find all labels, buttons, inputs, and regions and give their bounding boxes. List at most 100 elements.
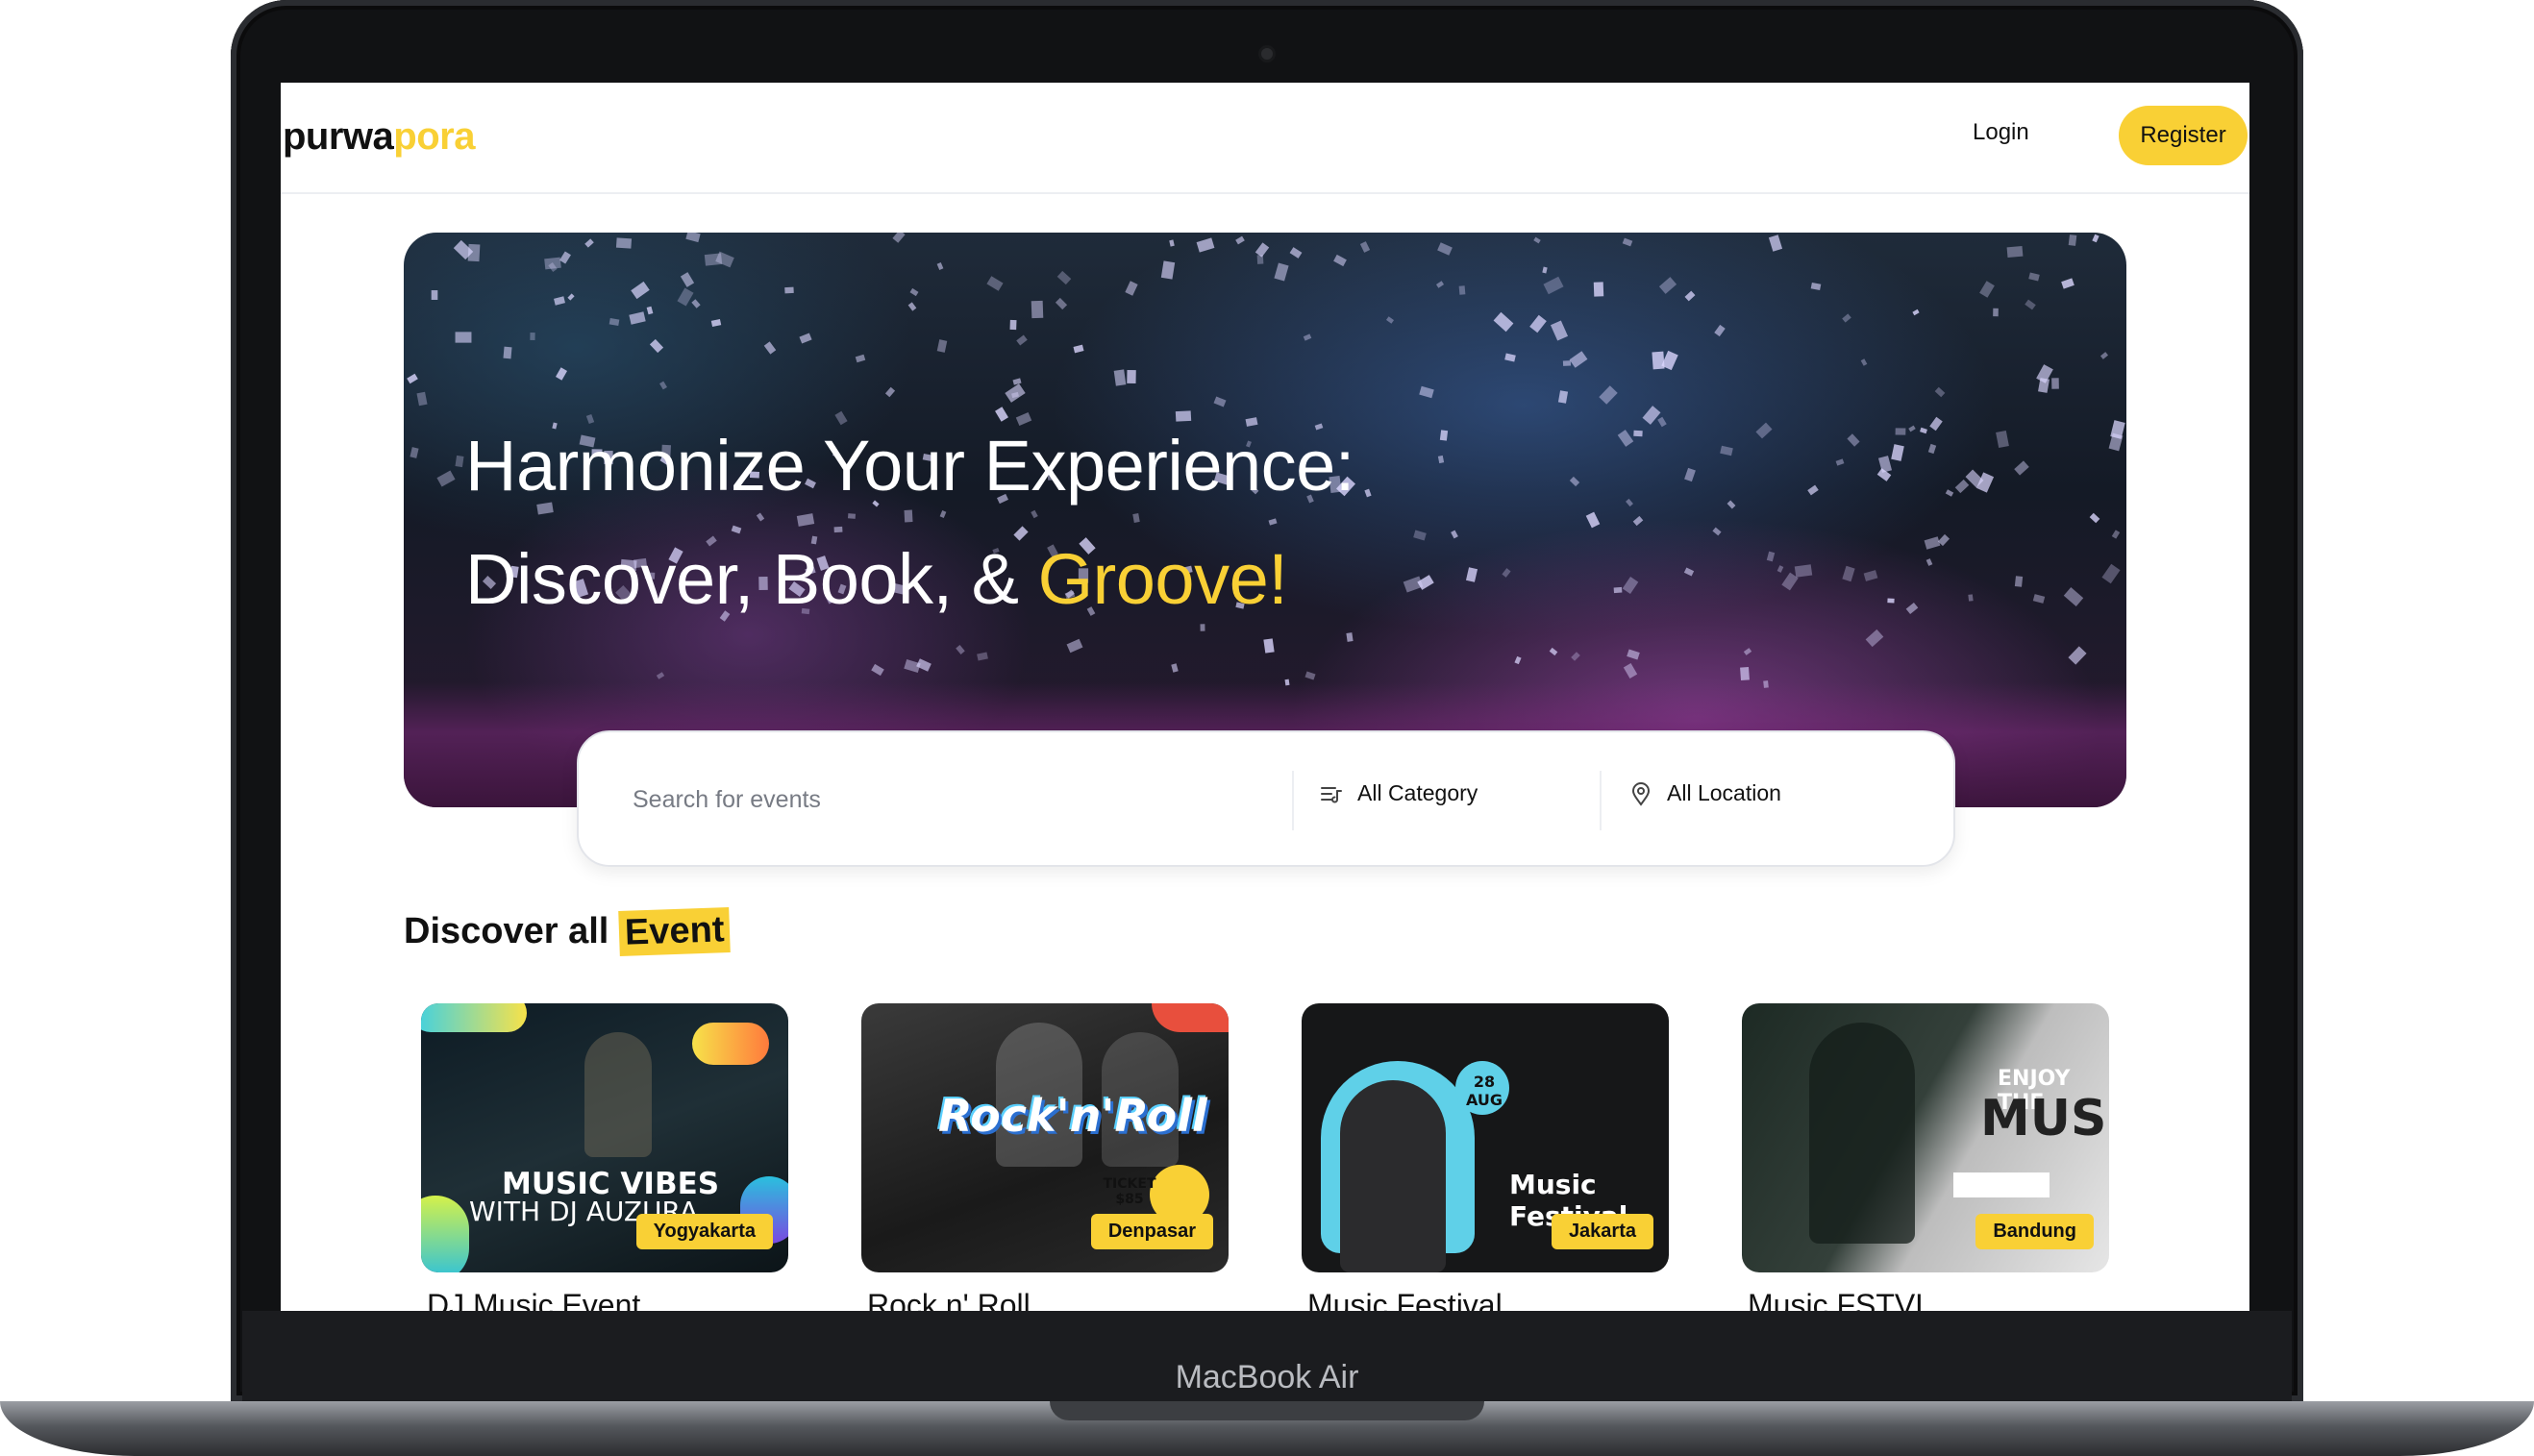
confetti-piece	[1632, 515, 1644, 527]
confetti-piece	[796, 513, 815, 528]
confetti-piece	[909, 288, 919, 297]
login-link[interactable]: Login	[1973, 119, 2029, 146]
confetti-piece	[1274, 262, 1290, 282]
confetti-piece	[2068, 645, 2087, 665]
confetti-piece	[436, 470, 456, 487]
event-card-title[interactable]: Rock n' Roll	[867, 1288, 1031, 1311]
confetti-piece	[1928, 417, 1943, 432]
confetti-piece	[799, 333, 812, 344]
confetti-piece	[1633, 430, 1643, 437]
confetti-piece	[1919, 427, 1927, 434]
confetti-piece	[1450, 530, 1458, 539]
confetti-piece	[1551, 320, 1569, 341]
location-filter[interactable]: All Location	[1628, 780, 1781, 806]
confetti-piece	[554, 295, 566, 306]
confetti-piece	[1066, 638, 1083, 654]
confetti-piece	[1860, 358, 1867, 366]
confetti-piece	[1887, 598, 1895, 604]
confetti-piece	[2025, 299, 2037, 310]
event-card[interactable]: ENJOY THE MUSIC Bandung	[1742, 1003, 2109, 1272]
confetti-piece	[1016, 334, 1029, 346]
confetti-piece	[685, 233, 701, 243]
event-card-title[interactable]: Music Festival	[1307, 1288, 1503, 1311]
location-badge: Yogyakarta	[635, 1214, 773, 1249]
confetti-piece	[1912, 308, 1920, 315]
hero-headline-line2: Discover, Book, & Groove!	[465, 538, 1288, 620]
confetti-piece	[1743, 648, 1751, 656]
confetti-piece	[529, 333, 535, 341]
confetti-piece	[1906, 602, 1919, 615]
confetti-piece	[907, 302, 917, 311]
event-card[interactable]: 28 AUG Music Festival Jakarta	[1302, 1003, 1669, 1272]
event-card-title[interactable]: DJ Music Event	[427, 1288, 640, 1311]
confetti-piece	[416, 391, 428, 407]
category-filter[interactable]: All Category	[1319, 780, 1478, 806]
confetti-piece	[1908, 425, 1917, 432]
confetti-piece	[1031, 300, 1044, 318]
logo-text-dark: purwa	[283, 115, 394, 158]
confetti-piece	[1127, 370, 1136, 384]
confetti-piece	[584, 238, 595, 249]
confetti-piece	[1543, 276, 1564, 295]
confetti-piece	[1514, 656, 1522, 665]
confetti-piece	[1113, 369, 1127, 386]
confetti-piece	[731, 525, 741, 534]
discover-heading-prefix: Discover all	[404, 911, 619, 951]
logo-text-accent: pora	[393, 115, 475, 158]
confetti-piece	[994, 407, 1008, 422]
confetti-piece	[1865, 629, 1884, 647]
confetti-piece	[2014, 575, 2023, 587]
confetti-piece	[1624, 662, 1638, 679]
hero-headline-prefix: Discover, Book, &	[465, 539, 1038, 619]
confetti-piece	[1263, 638, 1275, 654]
confetti-piece	[1569, 477, 1580, 487]
confetti-piece	[1946, 489, 1954, 497]
site-logo[interactable]: purwapora	[283, 115, 475, 159]
confetti-piece	[1684, 290, 1695, 302]
confetti-piece	[1847, 433, 1861, 447]
confetti-piece	[681, 271, 695, 287]
confetti-piece	[1739, 666, 1750, 680]
confetti-piece	[2069, 234, 2077, 246]
confetti-piece	[1364, 488, 1372, 497]
confetti-piece	[1009, 320, 1016, 331]
event-card[interactable]: Rock'n'Roll TICKET $85 Denpasar	[861, 1003, 1229, 1272]
confetti-piece	[544, 257, 561, 269]
confetti-piece	[711, 318, 722, 327]
confetti-piece	[884, 386, 896, 398]
search-input[interactable]	[631, 773, 1288, 827]
register-button[interactable]: Register	[2119, 106, 2248, 165]
confetti-piece	[1807, 484, 1820, 496]
event-card-title[interactable]: Music FSTVL	[1748, 1288, 1932, 1311]
hero-headline-line1: Harmonize Your Experience:	[465, 426, 1354, 506]
confetti-piece	[1842, 565, 1855, 582]
confetti-piece	[631, 282, 651, 300]
confetti-piece	[407, 374, 419, 384]
confetti-piece	[976, 652, 988, 661]
confetti-piece	[1031, 509, 1038, 519]
poster-subline: TICKET $85	[1103, 1176, 1156, 1207]
confetti-piece	[2037, 377, 2050, 393]
confetti-piece	[986, 276, 1004, 291]
confetti-piece	[1132, 512, 1141, 523]
confetti-piece	[1618, 430, 1634, 448]
confetti-piece	[1213, 396, 1227, 407]
confetti-piece	[1925, 558, 1933, 567]
event-search-bar: All Category All Location	[577, 730, 1955, 867]
confetti-piece	[1810, 283, 1822, 291]
hero-banner: Harmonize Your Experience: Discover, Boo…	[404, 233, 2126, 807]
confetti-piece	[871, 664, 884, 677]
confetti-piece	[1594, 282, 1604, 297]
confetti-piece	[2063, 587, 2084, 607]
confetti-piece	[1755, 422, 1773, 438]
confetti-piece	[556, 367, 568, 382]
confetti-piece	[1125, 281, 1138, 296]
confetti-piece	[1333, 254, 1348, 266]
confetti-piece	[904, 509, 913, 523]
confetti-piece	[1073, 345, 1084, 354]
confetti-piece	[1979, 281, 1995, 298]
confetti-piece	[1776, 564, 1784, 573]
confetti-piece	[892, 233, 906, 243]
confetti-piece	[1794, 563, 1812, 578]
event-card[interactable]: MUSIC VIBES WITH DJ AUZURA Yogyakarta	[421, 1003, 788, 1272]
